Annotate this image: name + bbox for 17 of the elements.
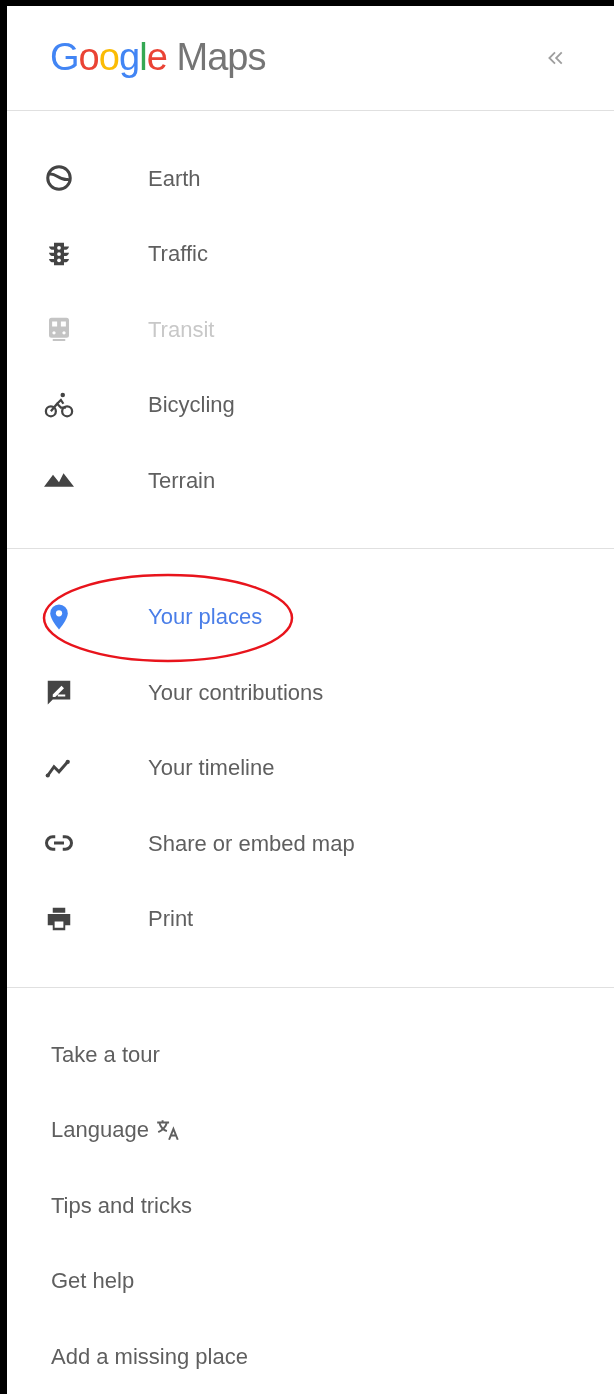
menu-item[interactable]: Print [148, 902, 194, 936]
menu-item[interactable]: Share or embed map [148, 826, 355, 860]
menu-item[interactable]: Your places [148, 600, 263, 634]
mountains-icon [44, 473, 74, 488]
menu-item[interactable]: Language [51, 1113, 149, 1147]
menu-item[interactable]: Traffic [148, 237, 208, 271]
globe-icon [44, 163, 74, 194]
app-logo: Google Maps [50, 35, 266, 81]
menu-item[interactable]: Your contributions [148, 675, 324, 709]
menu-item[interactable]: Terrain [148, 463, 216, 497]
menu-item[interactable]: Take a tour [51, 1037, 160, 1071]
menu-item[interactable]: Bicycling [148, 388, 235, 422]
menu-item[interactable]: Add a missing place [51, 1339, 248, 1373]
menu-item[interactable]: Your timeline [148, 751, 275, 785]
menu-item[interactable]: Get help [51, 1264, 135, 1298]
menu-item[interactable]: Earth [148, 161, 201, 195]
menu-item[interactable]: Tips and tricks [51, 1188, 192, 1222]
